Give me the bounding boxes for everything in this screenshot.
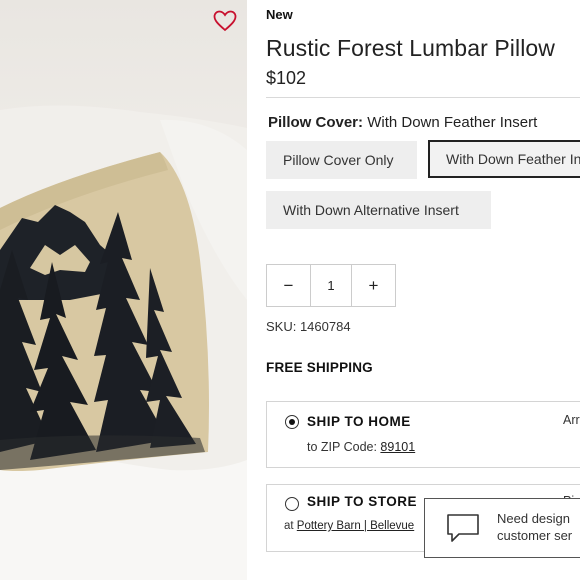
product-image[interactable] [0, 0, 247, 580]
ship-to-home-radio[interactable] [285, 415, 299, 429]
product-title: Rustic Forest Lumbar Pillow [266, 35, 556, 61]
pillow-photo [0, 105, 247, 580]
increment-button[interactable]: + [352, 265, 395, 306]
free-shipping-heading: FREE SHIPPING [266, 360, 373, 375]
divider [266, 97, 580, 98]
ship-to-home-title: SHIP TO HOME [307, 414, 411, 429]
chat-text: Need design customer ser [497, 510, 572, 544]
sku-text: SKU: 1460784 [266, 319, 351, 334]
quantity-value[interactable]: 1 [310, 265, 352, 306]
chat-line-2: customer ser [497, 528, 573, 543]
zip-code-link[interactable]: 89101 [380, 440, 415, 454]
product-price: $102 [266, 68, 307, 88]
ship-to-store-radio[interactable] [285, 497, 299, 511]
option-selected-value: With Down Feather Insert [367, 114, 538, 131]
option-down-alternative-insert[interactable]: With Down Alternative Insert [266, 191, 491, 229]
design-chat-button[interactable]: Need design customer ser [424, 498, 580, 558]
wishlist-button[interactable] [213, 10, 241, 38]
quantity-stepper: − 1 + [266, 264, 396, 307]
decrement-button[interactable]: − [267, 265, 310, 306]
chat-bubble-icon [447, 514, 479, 542]
product-details: New Rustic Forest Lumbar Pillow $102 Pil… [266, 0, 580, 580]
option-pillow-cover-only[interactable]: Pillow Cover Only [266, 141, 417, 179]
heart-icon [213, 10, 237, 32]
ship-to-home-zip-line: to ZIP Code: 89101 [307, 440, 415, 454]
option-label: Pillow Cover: With Down Feather Insert [268, 114, 537, 131]
chat-line-1: Need design [497, 511, 570, 526]
store-line: at Pottery Barn | Bellevue [284, 520, 414, 532]
arrival-text: Arr [563, 413, 580, 427]
store-link[interactable]: Pottery Barn | Bellevue [297, 520, 414, 532]
store-prefix: at [284, 520, 297, 532]
ship-to-store-title: SHIP TO STORE [307, 494, 418, 509]
option-name: Pillow Cover: [268, 114, 364, 131]
ship-to-home-card[interactable]: SHIP TO HOME to ZIP Code: 89101 Arr [266, 401, 580, 468]
option-down-feather-insert[interactable]: With Down Feather Insert [428, 140, 580, 178]
zip-prefix: to ZIP Code: [307, 440, 381, 454]
new-badge: New [266, 7, 293, 22]
